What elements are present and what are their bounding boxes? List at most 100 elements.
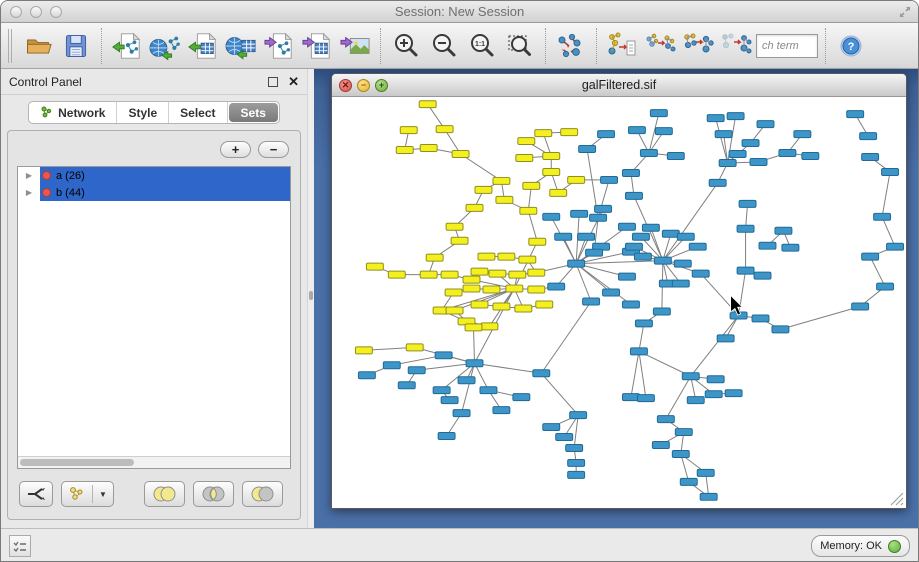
graph-edge[interactable] — [528, 211, 537, 242]
graph-node[interactable] — [543, 213, 560, 220]
graph-node[interactable] — [441, 271, 458, 278]
graph-node[interactable] — [653, 308, 670, 315]
graph-edge[interactable] — [474, 327, 475, 363]
graph-node[interactable] — [475, 186, 492, 193]
graph-node[interactable] — [640, 150, 657, 157]
graph-node[interactable] — [498, 253, 515, 260]
graph-node[interactable] — [583, 298, 600, 305]
graph-edge[interactable] — [475, 363, 489, 390]
graph-node[interactable] — [622, 301, 639, 308]
task-history-button[interactable] — [9, 535, 31, 557]
graph-edge[interactable] — [681, 454, 689, 482]
graph-node[interactable] — [458, 377, 475, 384]
graph-node[interactable] — [528, 286, 545, 293]
graph-node[interactable] — [548, 283, 565, 290]
graph-edge[interactable] — [870, 257, 885, 287]
graph-node[interactable] — [536, 301, 553, 308]
graph-node[interactable] — [862, 154, 879, 161]
graph-node[interactable] — [446, 307, 463, 314]
save-session-button[interactable] — [58, 26, 94, 66]
graph-node[interactable] — [481, 323, 498, 330]
graph-node[interactable] — [667, 153, 684, 160]
zoom-actual-size-button[interactable]: 1:1 — [464, 26, 500, 66]
graph-node[interactable] — [398, 382, 415, 389]
graph-node[interactable] — [555, 233, 572, 240]
graph-node[interactable] — [571, 210, 588, 217]
frame-minimize-button[interactable]: − — [357, 79, 370, 92]
union-button[interactable] — [144, 481, 185, 507]
expand-icon[interactable]: ▶ — [18, 188, 40, 197]
graph-node[interactable] — [483, 286, 500, 293]
graph-node[interactable] — [513, 394, 530, 401]
toolbar-grip[interactable] — [8, 29, 12, 63]
difference-button[interactable] — [242, 481, 283, 507]
graph-node[interactable] — [578, 233, 595, 240]
graph-node[interactable] — [697, 469, 714, 476]
graph-node[interactable] — [737, 225, 754, 232]
intersection-button[interactable] — [193, 481, 234, 507]
graph-node[interactable] — [506, 285, 523, 292]
graph-node[interactable] — [719, 159, 736, 166]
panel-divider[interactable] — [307, 69, 314, 528]
network-view[interactable] — [332, 97, 906, 508]
graph-edge[interactable] — [701, 274, 739, 316]
graph-node[interactable] — [493, 177, 510, 184]
graph-node[interactable] — [730, 312, 747, 319]
graph-node[interactable] — [529, 238, 546, 245]
graph-node[interactable] — [742, 140, 759, 147]
fullscreen-icon[interactable] — [897, 4, 913, 25]
graph-node[interactable] — [516, 155, 533, 162]
graph-edge[interactable] — [780, 306, 860, 329]
zoom-out-button[interactable] — [426, 26, 462, 66]
graph-edge[interactable] — [882, 172, 890, 217]
graph-edge[interactable] — [541, 373, 578, 415]
graph-node[interactable] — [727, 113, 744, 120]
graph-node[interactable] — [419, 101, 436, 108]
graph-node[interactable] — [438, 433, 455, 440]
graph-node[interactable] — [420, 271, 437, 278]
graph-node[interactable] — [619, 223, 636, 230]
graph-edge[interactable] — [882, 217, 895, 247]
float-panel-icon[interactable] — [268, 77, 278, 87]
graph-node[interactable] — [355, 347, 372, 354]
graph-node[interactable] — [441, 397, 458, 404]
graph-node[interactable] — [887, 243, 904, 250]
graph-node[interactable] — [655, 128, 672, 135]
graph-node[interactable] — [782, 244, 799, 251]
graph-node[interactable] — [543, 168, 560, 175]
graph-node[interactable] — [707, 115, 724, 122]
graph-node[interactable] — [435, 352, 452, 359]
apply-layout-button[interactable] — [553, 26, 589, 66]
graph-node[interactable] — [657, 416, 674, 423]
graph-edge[interactable] — [739, 271, 746, 316]
graph-node[interactable] — [396, 147, 413, 154]
merge-networks-file-button[interactable] — [604, 26, 640, 66]
close-panel-icon[interactable]: ✕ — [288, 77, 299, 87]
graph-node[interactable] — [662, 230, 679, 237]
graph-node[interactable] — [445, 289, 462, 296]
frame-maximize-button[interactable]: + — [375, 79, 388, 92]
graph-node[interactable] — [519, 256, 536, 263]
import-network-file-button[interactable] — [109, 26, 145, 66]
graph-node[interactable] — [556, 434, 573, 441]
graph-node[interactable] — [729, 151, 746, 158]
graph-node[interactable] — [689, 243, 706, 250]
graph-node[interactable] — [478, 253, 495, 260]
graph-node[interactable] — [568, 176, 585, 183]
import-table-web-button[interactable] — [223, 26, 259, 66]
graph-node[interactable] — [570, 412, 587, 419]
graph-node[interactable] — [635, 320, 652, 327]
network-frame[interactable]: ✕ − + galFiltered.sif — [331, 73, 907, 509]
graph-node[interactable] — [436, 126, 453, 133]
graph-node[interactable] — [672, 280, 689, 287]
graph-node[interactable] — [603, 289, 620, 296]
graph-node[interactable] — [675, 429, 692, 436]
graph-node[interactable] — [654, 257, 671, 264]
graph-node[interactable] — [471, 268, 488, 275]
graph-node[interactable] — [674, 260, 691, 267]
graph-node[interactable] — [622, 169, 639, 176]
set-row-a[interactable]: ▶ a (26) — [18, 167, 290, 184]
set-row-b[interactable]: ▶ b (44) — [18, 184, 290, 201]
graph-node[interactable] — [535, 130, 552, 137]
graph-node[interactable] — [533, 370, 550, 377]
